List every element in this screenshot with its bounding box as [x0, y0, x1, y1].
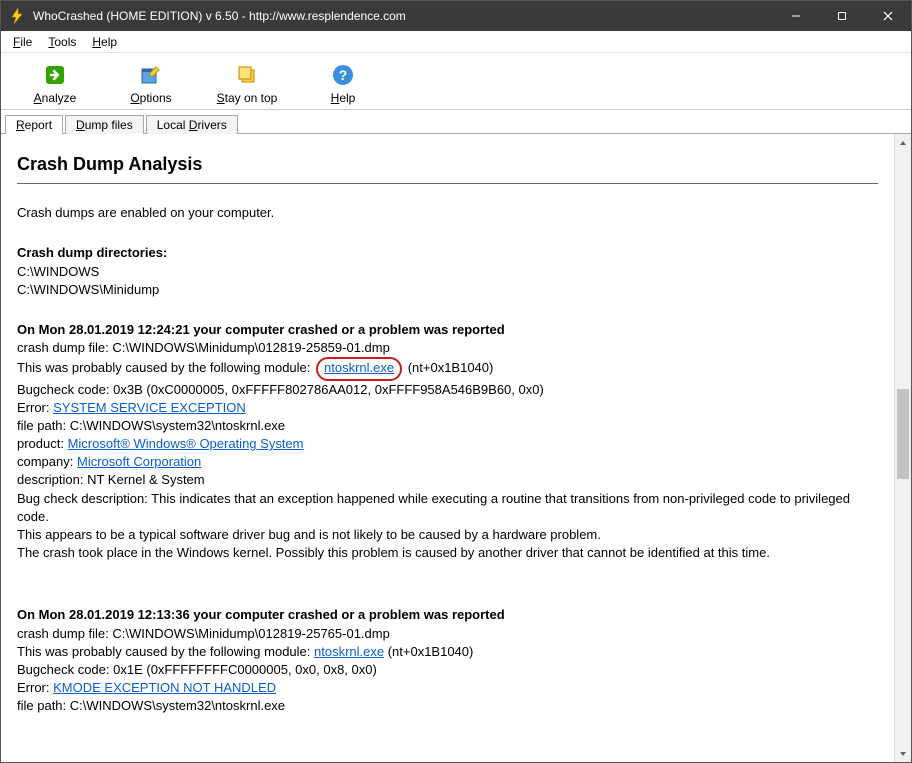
crash-dir-2: C:\WINDOWS\Minidump — [17, 281, 878, 299]
crash2-error-link[interactable]: KMODE EXCEPTION NOT HANDLED — [53, 680, 276, 695]
menu-file[interactable]: File — [7, 33, 38, 51]
report-heading: Crash Dump Analysis — [17, 152, 878, 177]
tab-report[interactable]: Report — [5, 115, 63, 134]
stay-on-top-button[interactable]: Stay on top — [199, 57, 295, 107]
crash1-company-link[interactable]: Microsoft Corporation — [77, 454, 201, 469]
tab-dump-files[interactable]: Dump files — [65, 115, 144, 134]
close-button[interactable] — [865, 1, 911, 31]
scroll-track[interactable] — [895, 151, 911, 745]
help-button[interactable]: ? Help — [295, 57, 391, 107]
crash2-cause-link[interactable]: ntoskrnl.exe — [314, 644, 384, 659]
scroll-up-arrow[interactable] — [895, 134, 911, 151]
crash1-company-label: company: — [17, 454, 77, 469]
analyze-icon — [41, 61, 69, 89]
crash1-company-line: company: Microsoft Corporation — [17, 453, 878, 471]
vertical-scrollbar[interactable] — [894, 134, 911, 762]
crash2-cause-suffix: (nt+0x1B1040) — [384, 644, 473, 659]
toolbar: Analyze Options Stay on top — [1, 53, 911, 110]
crash2-error-line: Error: KMODE EXCEPTION NOT HANDLED — [17, 679, 878, 697]
window-title: WhoCrashed (HOME EDITION) v 6.50 - http:… — [33, 9, 406, 23]
app-window: WhoCrashed (HOME EDITION) v 6.50 - http:… — [0, 0, 912, 763]
crash1-filepath: file path: C:\WINDOWS\system32\ntoskrnl.… — [17, 417, 878, 435]
crash1-error-line: Error: SYSTEM SERVICE EXCEPTION — [17, 399, 878, 417]
window-controls — [773, 1, 911, 31]
app-icon — [9, 8, 25, 24]
crash-dirs-label: Crash dump directories: — [17, 244, 878, 262]
crash1-bugcheck-desc: Bug check description: This indicates th… — [17, 490, 878, 526]
crash-dir-1: C:\WINDOWS — [17, 263, 878, 281]
help-icon: ? — [329, 61, 357, 89]
crash1-cause-suffix: (nt+0x1B1040) — [404, 360, 493, 375]
svg-text:?: ? — [339, 67, 348, 83]
menubar: File Tools Help — [1, 31, 911, 53]
analyze-button[interactable]: Analyze — [7, 57, 103, 107]
crash1-headline: On Mon 28.01.2019 12:24:21 your computer… — [17, 321, 878, 339]
crash1-kernel-note: The crash took place in the Windows kern… — [17, 544, 878, 562]
crash1-cause-line: This was probably caused by the followin… — [17, 357, 878, 380]
crash1-error-label: Error: — [17, 400, 53, 415]
options-label: Options — [130, 91, 171, 105]
scroll-down-arrow[interactable] — [895, 745, 911, 762]
crash1-appears: This appears to be a typical software dr… — [17, 526, 878, 544]
report-content: Crash Dump Analysis Crash dumps are enab… — [1, 134, 894, 762]
scroll-thumb[interactable] — [897, 389, 909, 479]
titlebar: WhoCrashed (HOME EDITION) v 6.50 - http:… — [1, 1, 911, 31]
divider — [17, 183, 878, 184]
options-button[interactable]: Options — [103, 57, 199, 107]
tabbar: Report Dump files Local Drivers — [1, 110, 911, 134]
crash1-error-link[interactable]: SYSTEM SERVICE EXCEPTION — [53, 400, 246, 415]
enabled-line: Crash dumps are enabled on your computer… — [17, 204, 878, 222]
stay-on-top-label: Stay on top — [217, 91, 278, 105]
maximize-button[interactable] — [819, 1, 865, 31]
crash1-description: description: NT Kernel & System — [17, 471, 878, 489]
crash1-dumpfile: crash dump file: C:\WINDOWS\Minidump\012… — [17, 339, 878, 357]
crash2-dumpfile: crash dump file: C:\WINDOWS\Minidump\012… — [17, 625, 878, 643]
crash1-product-line: product: Microsoft® Windows® Operating S… — [17, 435, 878, 453]
minimize-button[interactable] — [773, 1, 819, 31]
crash2-filepath: file path: C:\WINDOWS\system32\ntoskrnl.… — [17, 697, 878, 715]
menu-tools[interactable]: Tools — [42, 33, 82, 51]
menu-help[interactable]: Help — [86, 33, 123, 51]
stay-on-top-icon — [233, 61, 261, 89]
crash1-product-label: product: — [17, 436, 68, 451]
crash2-cause-prefix: This was probably caused by the followin… — [17, 644, 314, 659]
crash1-cause-prefix: This was probably caused by the followin… — [17, 360, 314, 375]
content-wrap: Crash Dump Analysis Crash dumps are enab… — [1, 134, 911, 762]
crash1-cause-link[interactable]: ntoskrnl.exe — [324, 360, 394, 375]
crash2-cause-line: This was probably caused by the followin… — [17, 643, 878, 661]
crash2-headline: On Mon 28.01.2019 12:13:36 your computer… — [17, 606, 878, 624]
crash1-product-link[interactable]: Microsoft® Windows® Operating System — [68, 436, 304, 451]
analyze-label: Analyze — [34, 91, 77, 105]
options-icon — [137, 61, 165, 89]
crash1-bugcheck: Bugcheck code: 0x3B (0xC0000005, 0xFFFFF… — [17, 381, 878, 399]
tab-local-drivers[interactable]: Local Drivers — [146, 115, 238, 134]
highlight-oval: ntoskrnl.exe — [316, 357, 402, 380]
crash2-bugcheck: Bugcheck code: 0x1E (0xFFFFFFFFC0000005,… — [17, 661, 878, 679]
help-label: Help — [331, 91, 356, 105]
crash2-error-label: Error: — [17, 680, 53, 695]
